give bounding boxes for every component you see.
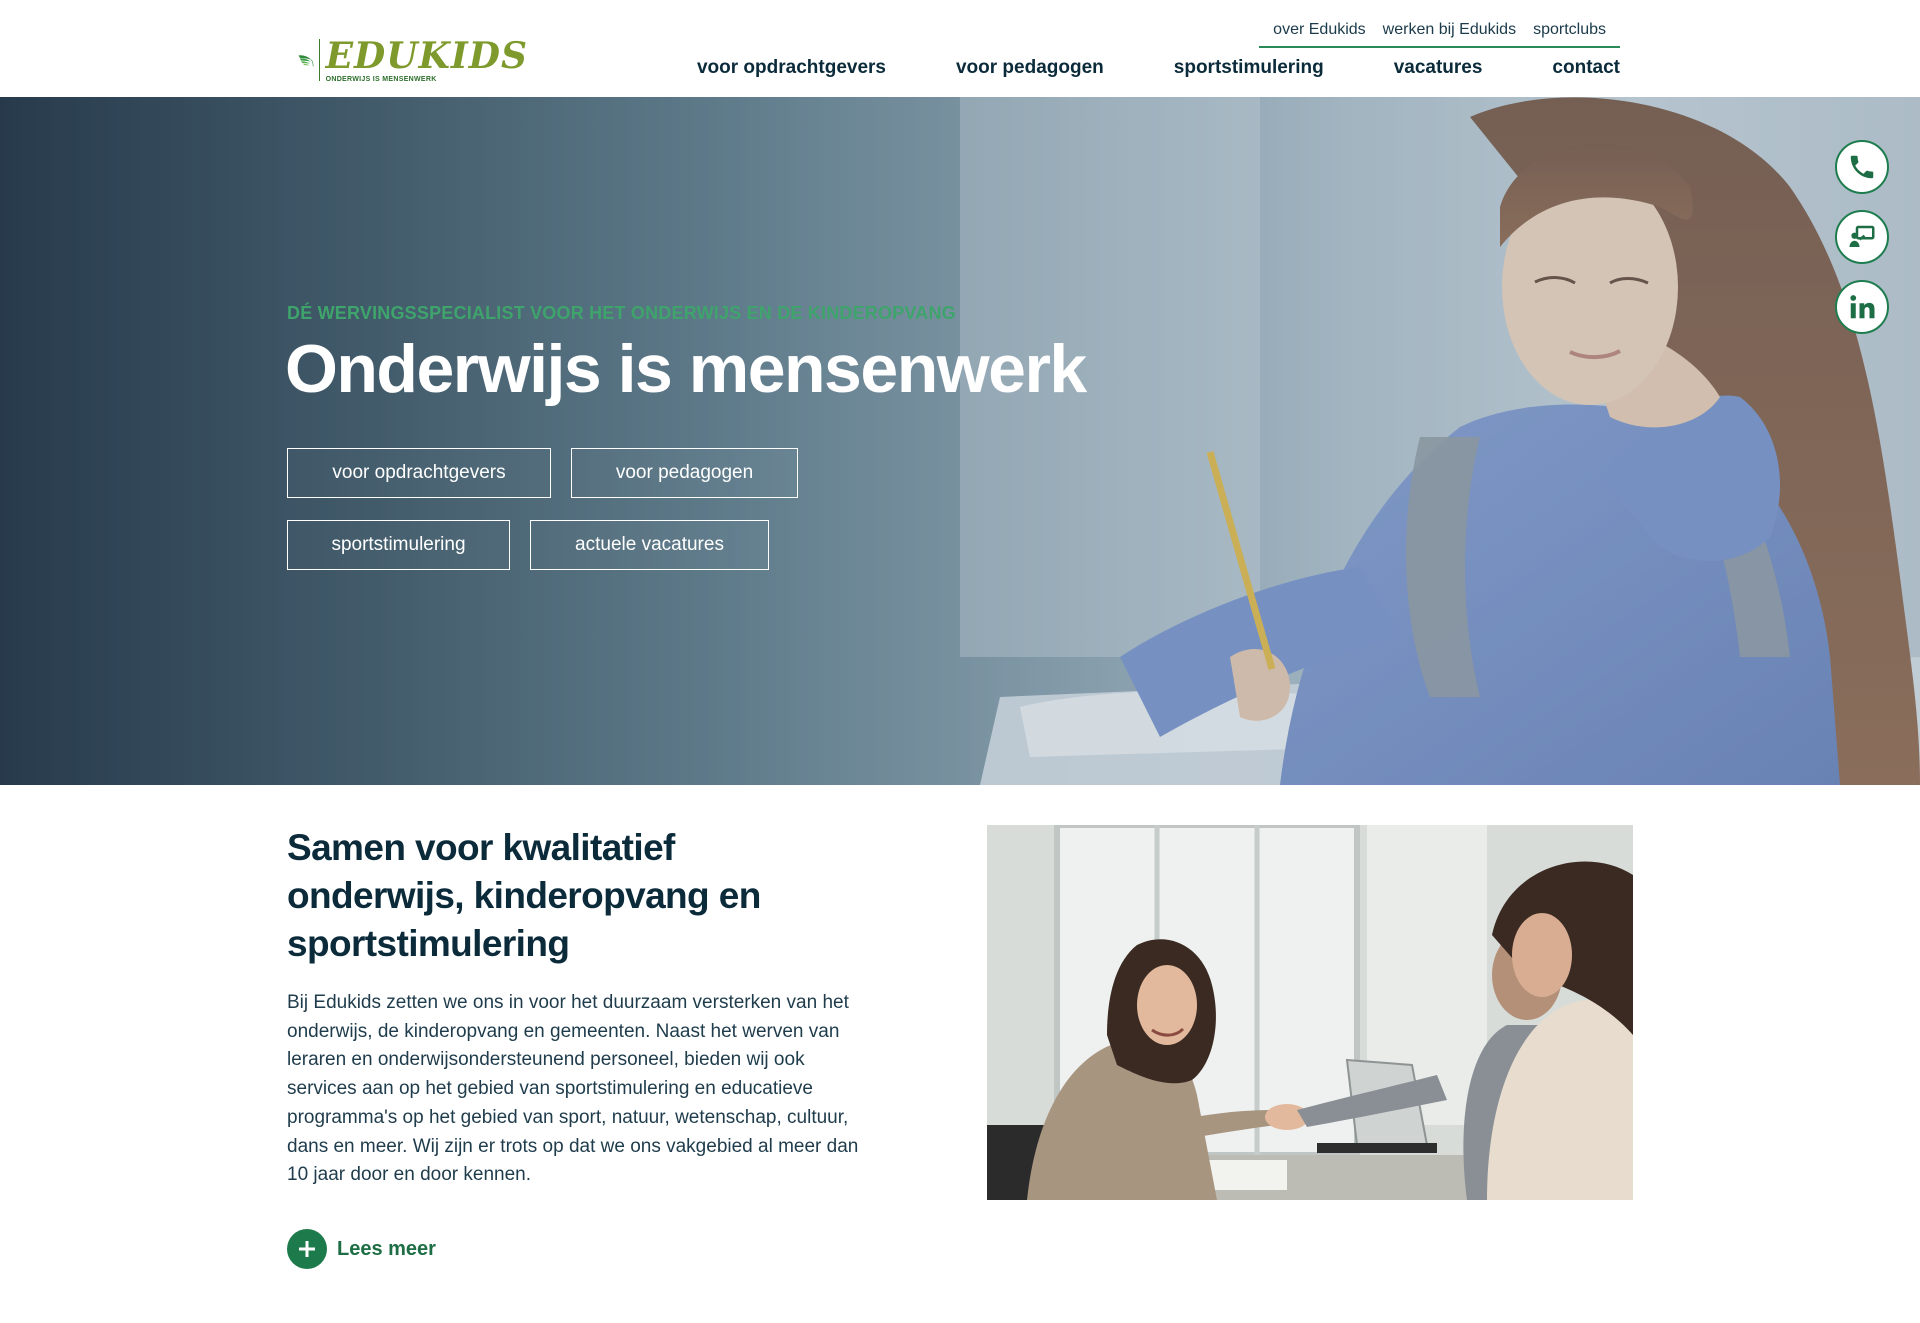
linkedin-icon[interactable] [1835,280,1889,334]
edukids-logo[interactable]: EDUKIDS ONDERWIJS IS MENSENWERK [298,34,528,86]
main-nav: voor opdrachtgevers voor pedagogen sport… [697,56,1620,80]
hero-button-actuele-vacatures[interactable]: actuele vacatures [530,520,769,570]
hero-button-voor-opdrachtgevers[interactable]: voor opdrachtgevers [287,448,551,498]
logo-tagline: ONDERWIJS IS MENSENWERK [325,76,437,83]
hero-banner: DÉ WERVINGSSPECIALIST VOOR HET ONDERWIJS… [0,97,1920,785]
logo-divider [318,39,320,81]
hero-title: Onderwijs is mensenwerk [285,331,1087,407]
site-header: EDUKIDS ONDERWIJS IS MENSENWERK over Edu… [0,0,1920,97]
topnav-over-edukids[interactable]: over Edukids [1273,20,1366,40]
topnav-sportclubs[interactable]: sportclubs [1533,20,1606,40]
hero-kicker: DÉ WERVINGSSPECIALIST VOOR HET ONDERWIJS… [287,303,956,323]
logo-wordmark: EDUKIDS ONDERWIJS IS MENSENWERK [326,37,528,83]
presentation-icon[interactable] [1835,210,1889,264]
hero-student-photo [0,97,1920,785]
phone-icon[interactable] [1835,140,1889,194]
wing-logo-icon [298,55,314,67]
hero-button-sportstimulering[interactable]: sportstimulering [287,520,510,570]
floating-contact-icons [1835,140,1889,334]
top-secondary-nav: over Edukids werken bij Edukids sportclu… [1259,20,1620,48]
logo-title: EDUKIDS [325,35,528,77]
read-more-link[interactable]: Lees meer [287,1229,436,1269]
mainnav-contact[interactable]: contact [1552,56,1620,80]
mainnav-vacatures[interactable]: vacatures [1394,56,1483,80]
handshake-meeting-photo [987,825,1633,1200]
plus-icon [287,1229,327,1269]
mainnav-voor-opdrachtgevers[interactable]: voor opdrachtgevers [697,56,886,80]
section-body: Bij Edukids zetten we ons in voor het du… [287,992,859,1186]
read-more-label: Lees meer [337,1237,436,1260]
topnav-werken-bij-edukids[interactable]: werken bij Edukids [1383,20,1516,40]
section-title: Samen voor kwalitatief onderwijs, kinder… [287,827,761,964]
mainnav-voor-pedagogen[interactable]: voor pedagogen [956,56,1104,80]
mainnav-sportstimulering[interactable]: sportstimulering [1174,56,1324,80]
hero-button-voor-pedagogen[interactable]: voor pedagogen [571,448,798,498]
